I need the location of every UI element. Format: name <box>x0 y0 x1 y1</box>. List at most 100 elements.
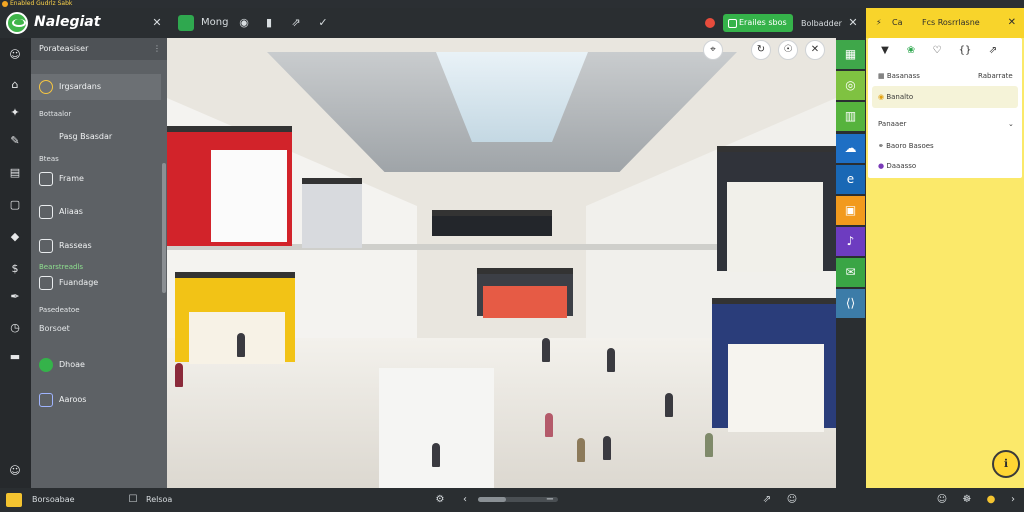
shopper <box>545 413 553 437</box>
cloud-icon[interactable]: ☁ <box>836 134 865 163</box>
edit-icon[interactable]: ✎ <box>8 134 22 148</box>
sidebar-item-4[interactable]: Rasseas <box>39 237 92 255</box>
shopper <box>237 333 245 357</box>
chart-icon[interactable]: ▥ <box>836 102 865 131</box>
row-label: Baoro Basoes <box>886 142 934 150</box>
row-label: Daaasso <box>886 162 917 170</box>
sidebar-item-3[interactable]: Aliaas <box>39 203 83 221</box>
primary-button[interactable]: Erailes sbos <box>723 14 793 32</box>
close-icon[interactable]: ✕ <box>1008 8 1016 38</box>
right-panel-row[interactable]: Panaaer <box>878 118 906 130</box>
chevron-right-icon[interactable]: › <box>1006 493 1020 507</box>
storefront-upper <box>432 210 552 236</box>
right-panel-card: ▼ ❀ ♡ {} ⇗ ▦ Basanass Rabarrate ◉ Banalt… <box>868 38 1022 178</box>
edge-icon[interactable]: e <box>836 165 865 194</box>
sidebar-panel: Porateasiser ⋮ Irgsardans Bottaalor Pasg… <box>31 38 167 488</box>
text-tool-icon[interactable]: ⟨⟩ <box>836 289 865 318</box>
heart-icon[interactable]: ♡ <box>930 44 944 58</box>
share-icon[interactable]: ⇗ <box>760 493 774 507</box>
sidebar-section: Bearstreadls <box>39 263 84 271</box>
eye-icon[interactable]: ◉ <box>237 16 251 30</box>
green-square-icon[interactable] <box>178 15 194 31</box>
spreadsheet-icon[interactable]: ▦ <box>836 40 865 69</box>
right-panel-header: ⚡ Ca Fcs Rosrrlasne ✕ <box>866 8 1024 38</box>
pen-icon[interactable]: ✒ <box>8 290 22 304</box>
chevron-left-icon[interactable]: ‹ <box>458 493 472 507</box>
folder-icon[interactable]: ▬ <box>8 350 22 364</box>
accessibility-icon[interactable]: ☸ <box>960 493 974 507</box>
sidebar-item-0[interactable]: Irgsardans <box>39 78 101 96</box>
info-fab-button[interactable]: ℹ <box>992 450 1020 478</box>
top-toolbar: Nalegiat ✕ Mong ◉ ▮ ⇗ ✓ Erailes sbos Bol… <box>0 8 866 38</box>
right-panel-row[interactable]: ● Daaasso <box>878 160 916 172</box>
app-logo-icon <box>2 1 8 7</box>
home-icon[interactable]: ⌂ <box>8 78 22 92</box>
secondary-link[interactable]: Bolbadder <box>801 19 842 28</box>
grid-icon[interactable]: ▣ <box>836 196 865 225</box>
share-icon[interactable]: ⇗ <box>986 44 1000 58</box>
right-panel-row[interactable]: ⚭ Baoro Basoes <box>878 140 934 152</box>
right-panel: ⚡ Ca Fcs Rosrrlasne ✕ ▼ ❀ ♡ {} ⇗ ▦ Basan… <box>866 8 1024 488</box>
bolt-icon: ⚡ <box>876 18 882 27</box>
mail-icon[interactable]: ✉ <box>836 258 865 287</box>
status-progress-fill <box>478 497 506 502</box>
shopper <box>175 363 183 387</box>
sidebar-item-label: Frame <box>59 174 84 183</box>
user-icon[interactable]: ☉ <box>778 40 798 60</box>
panel-icon[interactable]: ▮ <box>262 16 276 30</box>
share-icon[interactable]: ⇗ <box>289 16 303 30</box>
sidebar-section: Bteas <box>39 155 59 163</box>
sidebar-scrollbar[interactable] <box>162 163 166 293</box>
sync-icon[interactable]: ☺ <box>935 493 949 507</box>
right-panel-row[interactable]: ◉ Banalto <box>878 91 913 103</box>
smile-icon[interactable]: ☺ <box>8 48 22 62</box>
atrium-kiosk <box>379 368 494 488</box>
layers-icon[interactable]: ▤ <box>8 166 22 180</box>
tools-icon[interactable]: ✕ <box>805 40 825 60</box>
record-icon[interactable] <box>705 18 715 28</box>
rotate-icon[interactable]: ↻ <box>751 40 771 60</box>
sidebar-item-2[interactable]: Frame <box>39 170 84 188</box>
person-icon[interactable]: ☺ <box>785 493 799 507</box>
collapse-icon[interactable]: ⋮ <box>153 38 161 60</box>
filter-icon[interactable]: ▼ <box>878 44 892 58</box>
sidebar-section: Borsoet <box>39 324 70 333</box>
close-icon[interactable]: ✕ <box>150 16 164 30</box>
link-icon: ⚭ <box>878 142 887 150</box>
chevron-down-icon[interactable]: ✓ <box>316 16 330 30</box>
gear-icon[interactable]: ⚙ <box>433 493 447 507</box>
document-icon[interactable]: ▢ <box>8 198 22 212</box>
sidebar-section: Pasedeatoe <box>39 306 80 314</box>
shopper <box>705 433 713 457</box>
close-panel-icon[interactable]: ✕ <box>846 16 860 30</box>
globe-icon[interactable]: ◎ <box>836 71 865 100</box>
canvas-viewport[interactable]: ⌖ ↻ ☉ ✕ <box>167 38 836 488</box>
clock-icon[interactable]: ◷ <box>8 321 22 335</box>
minus-icon[interactable]: − <box>543 493 557 507</box>
leaf-icon[interactable]: ❀ <box>904 44 918 58</box>
sidebar-item-7[interactable]: Aaroos <box>39 391 86 409</box>
left-icon-rail: ☺ ⌂ ✦ ✎ ▤ ▢ ◆ $ ✒ ◷ ▬ ☺ <box>0 38 31 488</box>
sidebar-item-1[interactable]: Pasg Bsasdar <box>39 128 112 146</box>
smile-icon[interactable]: ● <box>984 493 998 507</box>
right-panel-row[interactable]: ▦ Basanass <box>878 70 920 82</box>
row-label: Banalto <box>886 93 914 101</box>
music-icon[interactable]: ♪ <box>836 227 865 256</box>
crosshair-icon[interactable]: ⌖ <box>703 40 723 60</box>
cursor-icon[interactable]: ✦ <box>8 106 22 120</box>
chevron-down-icon[interactable]: ⌄ <box>1008 118 1014 130</box>
sidebar-item-5[interactable]: Fuandage <box>39 274 98 292</box>
app-badge-icon <box>6 493 22 507</box>
code-icon[interactable]: {} <box>958 44 972 58</box>
settings-icon[interactable]: ☺ <box>8 464 22 478</box>
tab-label[interactable]: Mong <box>201 17 228 28</box>
window-title: Enabled Gudrlz Sabk <box>10 0 73 7</box>
brand-logo-icon[interactable] <box>6 12 28 34</box>
sidebar-item-label: Irgsardans <box>59 82 102 91</box>
sidebar-item-6[interactable]: Dhoae <box>39 356 85 374</box>
storefront-blue <box>712 298 836 432</box>
checkbox-icon[interactable]: ☐ <box>126 493 140 507</box>
currency-icon[interactable]: $ <box>8 262 22 276</box>
tag-icon[interactable]: ◆ <box>8 230 22 244</box>
shopper <box>542 338 550 362</box>
